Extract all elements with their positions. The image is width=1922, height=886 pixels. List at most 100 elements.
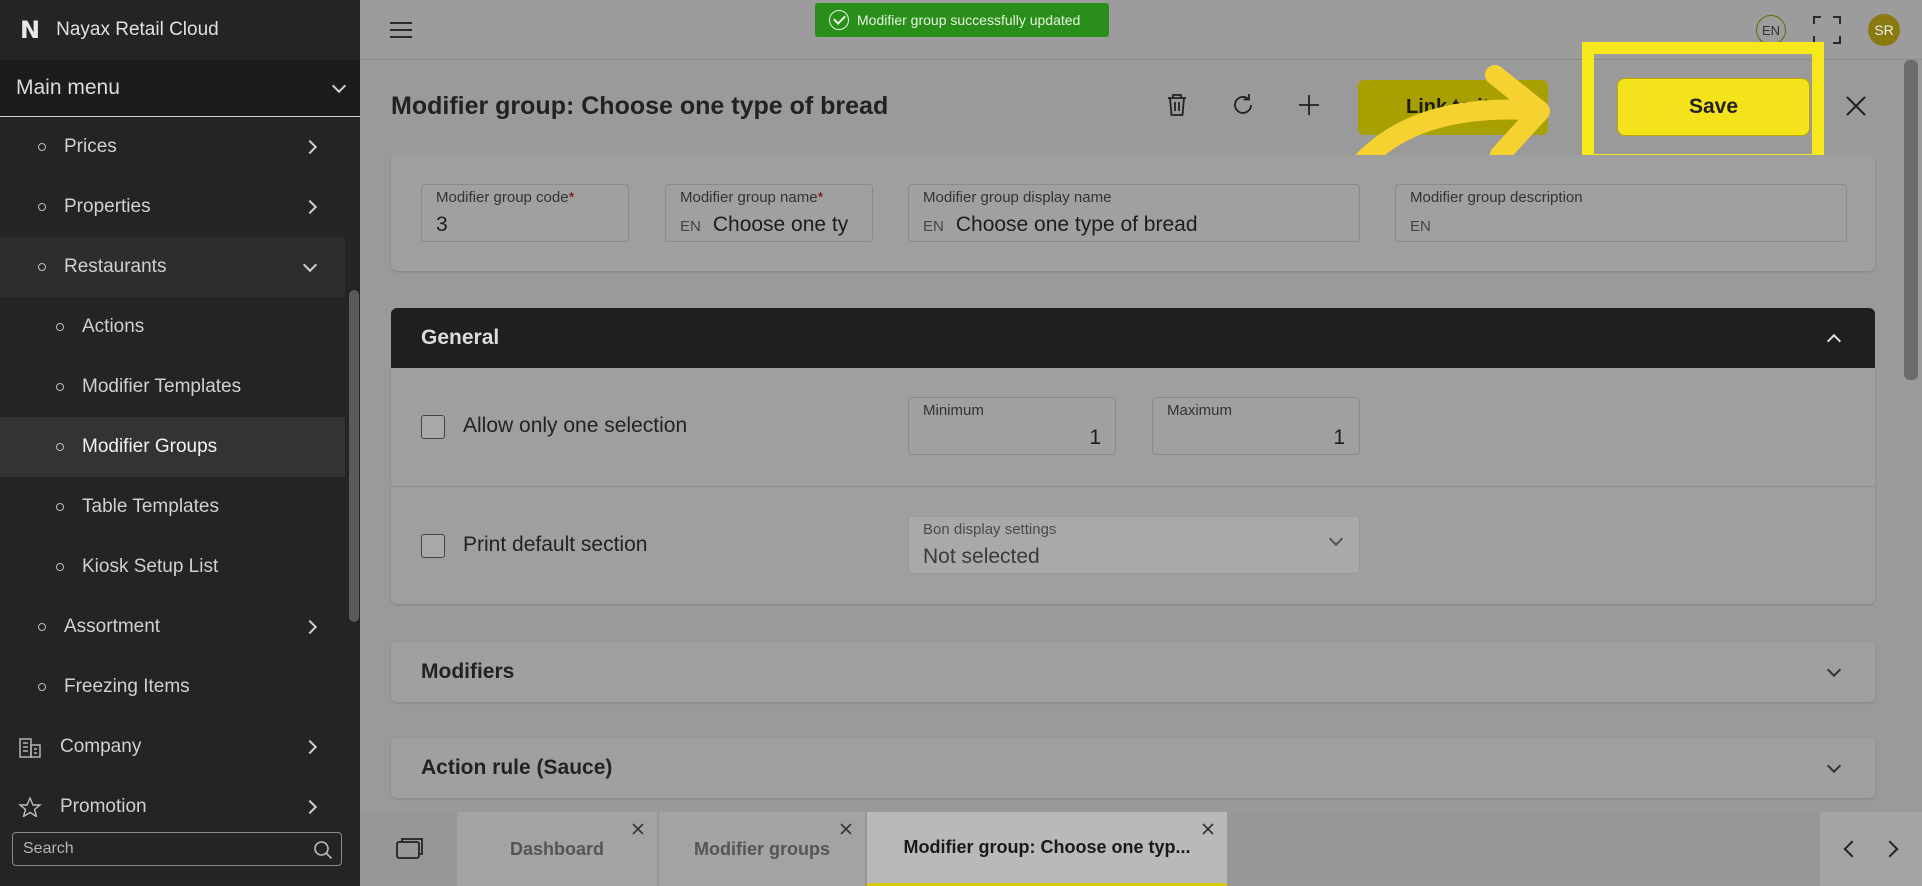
chevron-right-icon (302, 199, 318, 215)
allow-one-selection-checkbox[interactable] (421, 415, 445, 439)
minimum-field[interactable]: Minimum 1 (908, 397, 1116, 455)
modifier-group-name-field[interactable]: Modifier group name* EN Choose one ty (665, 184, 873, 242)
language-code: EN (1410, 218, 1431, 235)
sidebar-item-label: Actions (82, 316, 145, 337)
bullet-icon (38, 683, 46, 691)
bullet-icon (56, 443, 64, 451)
sidebar-item-label: Prices (64, 136, 117, 157)
sidebar-item-kiosk-setup-list[interactable]: Kiosk Setup List (0, 537, 345, 597)
page-title: Modifier group: Choose one type of bread (391, 92, 889, 120)
chevron-right-icon (302, 619, 318, 635)
bottom-tab-bar: Dashboard Modifier groups Modifier group… (360, 812, 1922, 886)
search-icon[interactable] (313, 840, 333, 860)
chevron-down-icon (331, 78, 347, 93)
sidebar-item-label: Freezing Items (64, 676, 190, 697)
sidebar-item-modifier-groups[interactable]: Modifier Groups (0, 417, 345, 477)
brand[interactable]: N Nayax Retail Cloud (0, 0, 360, 60)
bullet-icon (38, 263, 46, 271)
maximum-value: 1 (1333, 426, 1345, 449)
tab-dashboard[interactable]: Dashboard (457, 812, 657, 886)
sidebar-item-label: Restaurants (64, 256, 167, 277)
row-divider (391, 486, 1875, 487)
app-name: Nayax Retail Cloud (56, 19, 219, 40)
action-rule-title: Action rule (Sauce) (421, 756, 613, 779)
fullscreen-icon[interactable] (1812, 15, 1842, 45)
maximum-label: Maximum (1167, 402, 1233, 419)
tab-label: Modifier group: Choose one typ... (903, 837, 1191, 857)
chevron-down-icon (302, 257, 318, 272)
close-icon[interactable] (1844, 94, 1868, 118)
success-toast: Modifier group successfully updated (815, 3, 1109, 37)
sidebar-item-prices[interactable]: Prices (0, 117, 345, 177)
sidebar-item-company[interactable]: Company (0, 717, 345, 777)
close-tab-icon[interactable] (631, 822, 645, 836)
refresh-icon[interactable] (1230, 92, 1256, 118)
sidebar-item-actions[interactable]: Actions (0, 297, 345, 357)
required-mark: * (568, 189, 575, 206)
sidebar-item-label: Kiosk Setup List (82, 556, 219, 577)
main-menu-toggle[interactable]: Main menu (0, 60, 360, 117)
language-selector[interactable]: EN (1756, 15, 1786, 45)
sidebar-item-modifier-templates[interactable]: Modifier Templates (0, 357, 345, 417)
chevron-right-icon (302, 799, 318, 815)
code-label: Modifier group code (436, 189, 569, 206)
chevron-down-icon (1826, 662, 1842, 677)
sidebar-scrollbar[interactable] (349, 290, 359, 622)
main-menu-label: Main menu (16, 76, 120, 99)
code-value: 3 (436, 213, 448, 236)
star-icon (18, 796, 42, 817)
modifiers-section-header[interactable]: Modifiers (391, 642, 1875, 702)
modifiers-title: Modifiers (421, 660, 515, 683)
identifier-card: Modifier group code* 3 Modifier group na… (391, 155, 1875, 271)
sidebar-item-label: Promotion (60, 796, 147, 817)
modifier-group-description-field[interactable]: Modifier group description EN (1395, 184, 1847, 242)
language-code: EN (680, 218, 701, 235)
action-rule-section-header[interactable]: Action rule (Sauce) (391, 738, 1875, 798)
sidebar-item-table-templates[interactable]: Table Templates (0, 477, 345, 537)
bullet-icon (56, 563, 64, 571)
sidebar-item-promotion[interactable]: Promotion (0, 777, 345, 817)
close-tab-icon[interactable] (839, 822, 853, 836)
bullet-icon (38, 623, 46, 631)
nayax-logo: N (20, 16, 40, 44)
building-icon (19, 738, 41, 758)
maximum-field[interactable]: Maximum 1 (1152, 397, 1360, 455)
bon-display-value: Not selected (923, 545, 1040, 568)
chevron-up-icon (1826, 333, 1842, 348)
chevron-left-icon[interactable] (1843, 840, 1861, 858)
tab-modifier-groups[interactable]: Modifier groups (659, 812, 865, 886)
sidebar-item-restaurants[interactable]: Restaurants (0, 237, 345, 297)
language-code: EN (923, 218, 944, 235)
modifier-group-display-name-field[interactable]: Modifier group display name EN Choose one… (908, 184, 1360, 242)
chevron-down-icon (1826, 758, 1842, 773)
hamburger-menu-icon[interactable] (390, 22, 412, 38)
main-scrollbar[interactable] (1904, 60, 1918, 380)
modifier-group-code-field[interactable]: Modifier group code* 3 (421, 184, 629, 242)
general-title: General (421, 326, 500, 349)
minimum-value: 1 (1089, 426, 1101, 449)
display-name-label: Modifier group display name (923, 189, 1112, 206)
sidebar: N Nayax Retail Cloud Main menu Prices Pr… (0, 0, 360, 886)
bullet-icon (38, 143, 46, 151)
chevron-right-icon[interactable] (1881, 840, 1899, 858)
sidebar-item-label: Company (60, 736, 142, 757)
chevron-down-icon (1328, 531, 1344, 547)
user-avatar[interactable]: SR (1868, 14, 1900, 46)
sidebar-search (12, 832, 342, 866)
close-tab-icon[interactable] (1201, 822, 1215, 836)
sidebar-item-assortment[interactable]: Assortment (0, 597, 345, 657)
bullet-icon (38, 203, 46, 211)
sidebar-item-label: Table Templates (82, 496, 219, 517)
bon-display-settings-select[interactable]: Bon display settings Not selected (908, 516, 1360, 574)
sidebar-item-freezing-items[interactable]: Freezing Items (0, 657, 345, 717)
sidebar-item-properties[interactable]: Properties (0, 177, 345, 237)
print-default-section-checkbox[interactable] (421, 534, 445, 558)
save-button[interactable]: Save (1617, 78, 1810, 136)
tab-modifier-group-detail[interactable]: Modifier group: Choose one typ... (867, 812, 1227, 886)
toast-message: Modifier group successfully updated (857, 12, 1081, 28)
trash-icon[interactable] (1164, 92, 1190, 118)
general-section-header[interactable]: General (391, 308, 1875, 368)
display-name-value: Choose one type of bread (955, 213, 1198, 236)
windows-icon[interactable] (395, 836, 425, 862)
search-input[interactable] (23, 840, 303, 858)
